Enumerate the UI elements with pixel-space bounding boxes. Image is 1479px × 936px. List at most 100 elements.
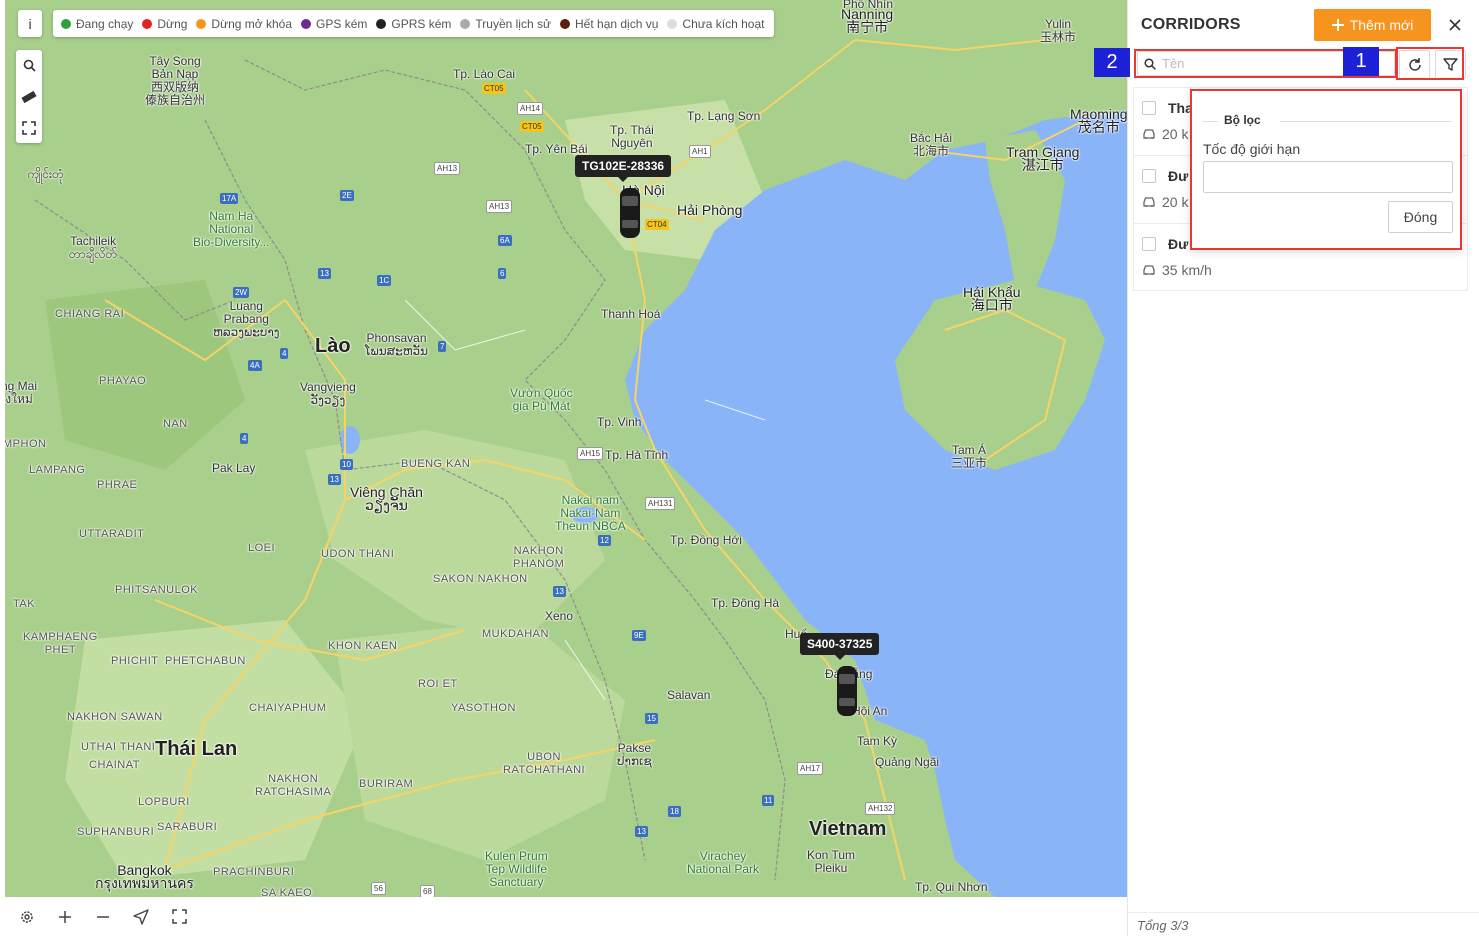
- place-label: NAKHON PHANOM: [513, 545, 565, 570]
- place-label: Virachey National Park: [687, 849, 760, 876]
- place-label: Tam Kỳ: [857, 734, 898, 748]
- place-label: Yulin 玉林市: [1040, 17, 1077, 44]
- place-label: UTHAI THANI: [81, 741, 156, 753]
- car-icon[interactable]: [619, 186, 641, 240]
- item-checkbox[interactable]: [1142, 169, 1156, 183]
- fullscreen-button[interactable]: [16, 112, 42, 143]
- place-label: ကျိုင်းတုံ: [27, 167, 64, 181]
- legend-item: Truyền lịch sử: [460, 17, 551, 31]
- place-label: Trạm Giang 湛江市: [1006, 144, 1080, 173]
- road-shield: 1C: [377, 275, 392, 286]
- map-view[interactable]: Phố Nhìn Nanning 南宁市 Yulin 玉林市 Maoming 茂…: [5, 0, 1127, 897]
- road-shield: 13: [328, 474, 341, 485]
- status-dot-icon: [301, 18, 312, 29]
- place-label: PHAYAO: [99, 375, 147, 387]
- place-label: Luang Prabang ຫລວງພະບາງ: [213, 299, 280, 339]
- add-new-button[interactable]: Thêm mới: [1314, 9, 1431, 41]
- road-shield: 18: [668, 806, 681, 817]
- place-label: Thanh Hoá: [601, 307, 661, 321]
- zoom-in-button[interactable]: [53, 905, 77, 929]
- status-dot-icon: [196, 18, 207, 29]
- place-label: ROI ET: [418, 678, 458, 690]
- legend-item: Dừng: [142, 17, 187, 31]
- speed-limit-label: Tốc độ giới hạn: [1203, 141, 1301, 157]
- vehicle-label[interactable]: TG102E-28336: [575, 155, 672, 182]
- place-label: UBON RATCHATHANI: [503, 751, 586, 776]
- speed-limit-input[interactable]: [1203, 161, 1453, 193]
- filter-close-button[interactable]: Đóng: [1388, 201, 1453, 233]
- annotation-badge-1: 1: [1343, 47, 1379, 76]
- road-shield: 13: [318, 268, 331, 279]
- filter-popover: Bộ lọc Tốc độ giới hạn Đóng: [1190, 89, 1462, 250]
- place-label: TAK: [13, 598, 36, 610]
- road-shield: 13: [635, 826, 648, 837]
- place-label: YASOTHON: [451, 702, 516, 714]
- place-label: MPHON: [5, 438, 47, 450]
- speed-limit-text: 20 k: [1162, 194, 1189, 210]
- place-label: Tp. Thái Nguyên: [610, 123, 654, 150]
- place-label: SUPHANBURI: [77, 826, 155, 838]
- road-shield: 15: [645, 713, 658, 724]
- item-checkbox[interactable]: [1142, 101, 1156, 115]
- place-label: SARABURI: [157, 821, 218, 833]
- road-shield: AH132: [865, 802, 896, 815]
- legend-item: GPRS kém: [376, 17, 451, 31]
- corridor-name: Đư: [1168, 236, 1189, 252]
- item-checkbox[interactable]: [1142, 237, 1156, 251]
- settings-button[interactable]: [15, 905, 39, 929]
- place-label: BURIRAM: [359, 778, 414, 790]
- place-label: Tây Song Bản Nạp 西双版纳 傣族自治州: [145, 54, 206, 107]
- place-label: Phonsavan ໂພນສະຫວັນ: [365, 331, 429, 358]
- place-label: Thái Lan: [155, 738, 238, 760]
- legend-label: Chưa kích hoạt: [682, 16, 765, 31]
- road-shield: 7: [438, 341, 447, 352]
- map-search-button[interactable]: [16, 50, 42, 81]
- place-label: Nam Ha National Bio-Diversity...: [193, 209, 270, 249]
- road-shield: 68: [420, 885, 435, 897]
- divider: [1202, 121, 1218, 122]
- road-shield: 11: [762, 795, 775, 806]
- place-label: Tp. Đồng Hới: [670, 533, 742, 547]
- place-label: CHIANG RAI: [55, 308, 125, 320]
- road-shield: AH15: [577, 447, 604, 460]
- car-icon: [1143, 265, 1155, 275]
- filter-title: Bộ lọc: [1224, 113, 1261, 127]
- place-label: Vietnam: [809, 818, 887, 840]
- place-label: Bangkok กรุงเทพมหานคร: [95, 862, 194, 891]
- place-label: PHRAE: [97, 479, 138, 491]
- place-label: Nanning 南宁市: [841, 6, 894, 35]
- close-icon: [1449, 19, 1461, 31]
- corridor-name: Đư: [1168, 168, 1189, 184]
- road-shield: AH13: [486, 200, 513, 213]
- fullscreen-icon: [171, 909, 187, 924]
- car-icon[interactable]: [836, 664, 858, 718]
- road-shield: CT05: [520, 121, 544, 132]
- place-label: LAMPANG: [29, 464, 86, 476]
- legend-label: GPRS kém: [391, 16, 452, 31]
- close-panel-button[interactable]: [1444, 14, 1466, 36]
- legend-item: Đang chạy: [61, 17, 133, 31]
- place-label: PRACHINBURI: [213, 866, 295, 878]
- vehicle-label[interactable]: S400-37325: [800, 633, 880, 660]
- zoom-out-button[interactable]: [91, 905, 115, 929]
- place-label: PHITSANULOK: [115, 584, 199, 596]
- place-label: UTTARADIT: [79, 528, 145, 540]
- road-shield: AH131: [645, 497, 676, 510]
- add-new-label: Thêm mới: [1349, 17, 1414, 33]
- place-label: LOEI: [248, 542, 276, 554]
- locate-button[interactable]: [129, 905, 153, 929]
- place-label: Tam Á 三亚市: [951, 443, 988, 470]
- road-shield: AH13: [434, 162, 461, 175]
- place-label: NAKHON SAWAN: [67, 711, 163, 723]
- legend-item: Dừng mở khóa: [196, 17, 292, 31]
- place-label: Hải Phòng: [677, 202, 743, 218]
- road-shield: 10: [340, 459, 353, 470]
- place-label: Bắc Hải 北海市: [910, 131, 953, 158]
- info-button[interactable]: i: [18, 10, 42, 37]
- total-count: Tổng 3/3: [1137, 918, 1189, 933]
- legend-label: Dừng mở khóa: [211, 16, 293, 31]
- measure-button[interactable]: [16, 81, 42, 112]
- fullscreen-map-button[interactable]: [167, 905, 191, 929]
- place-label: LOPBURI: [138, 796, 190, 808]
- place-label: Pak Lay: [212, 461, 256, 475]
